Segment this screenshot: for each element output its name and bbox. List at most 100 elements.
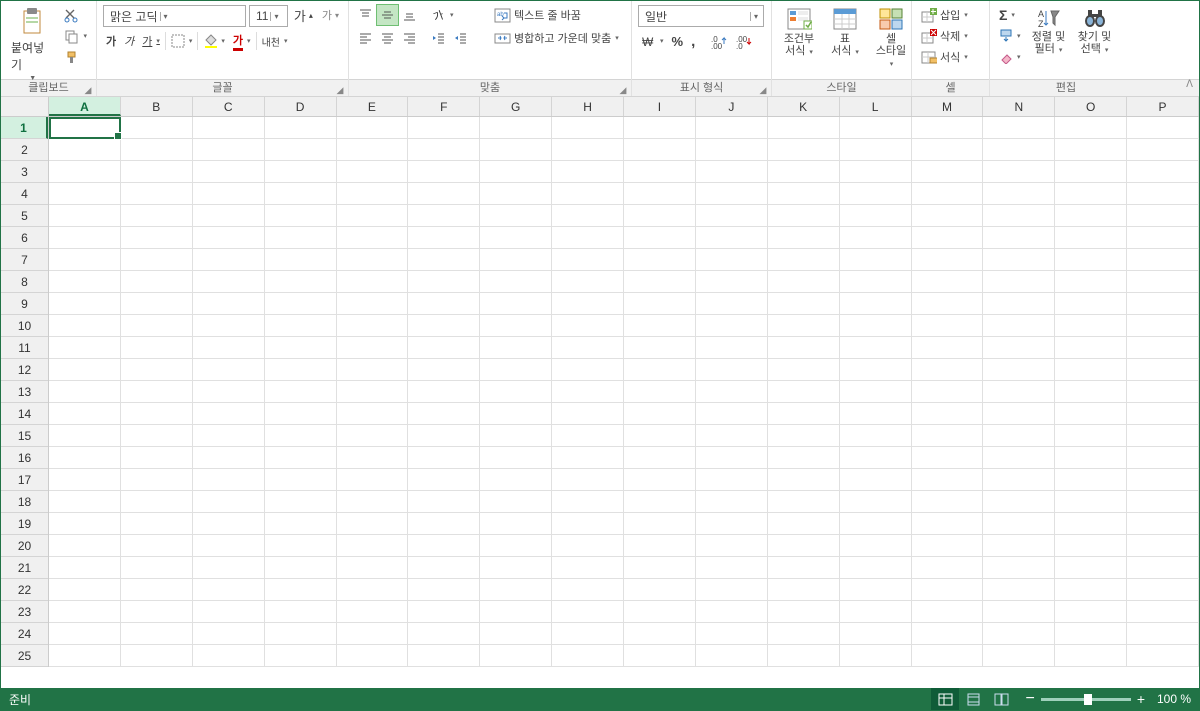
cell[interactable] xyxy=(912,315,984,337)
cell[interactable] xyxy=(696,425,768,447)
cell[interactable] xyxy=(552,271,624,293)
cell[interactable] xyxy=(480,381,552,403)
cell[interactable] xyxy=(768,535,840,557)
cell[interactable] xyxy=(480,403,552,425)
cell[interactable] xyxy=(121,315,193,337)
cell[interactable] xyxy=(912,557,984,579)
percent-button[interactable]: % xyxy=(669,31,687,51)
cell[interactable] xyxy=(408,645,480,667)
cell[interactable] xyxy=(912,359,984,381)
cell[interactable] xyxy=(408,249,480,271)
cell[interactable] xyxy=(768,183,840,205)
cell[interactable] xyxy=(983,117,1055,139)
cell[interactable] xyxy=(552,535,624,557)
cell[interactable] xyxy=(624,425,696,447)
cell[interactable] xyxy=(480,425,552,447)
cell[interactable] xyxy=(480,139,552,161)
cell[interactable] xyxy=(49,403,121,425)
cell[interactable] xyxy=(912,623,984,645)
phonetic-button[interactable]: 내천▾ xyxy=(259,31,291,51)
cell[interactable] xyxy=(983,513,1055,535)
cell[interactable] xyxy=(49,557,121,579)
cell[interactable] xyxy=(983,205,1055,227)
decrease-indent-button[interactable] xyxy=(428,28,449,48)
format-painter-button[interactable] xyxy=(61,47,90,67)
cell[interactable] xyxy=(1055,359,1127,381)
column-header[interactable]: G xyxy=(480,97,552,116)
cell[interactable] xyxy=(49,271,121,293)
cell[interactable] xyxy=(983,359,1055,381)
cell[interactable] xyxy=(265,161,337,183)
cell[interactable] xyxy=(552,491,624,513)
cell[interactable] xyxy=(840,579,912,601)
border-button[interactable]: ▾ xyxy=(168,31,196,51)
cell[interactable] xyxy=(768,403,840,425)
cell[interactable] xyxy=(265,293,337,315)
cell[interactable] xyxy=(912,139,984,161)
cell[interactable] xyxy=(840,557,912,579)
cell[interactable] xyxy=(193,359,265,381)
cell[interactable] xyxy=(1127,359,1199,381)
cell[interactable] xyxy=(265,337,337,359)
cell[interactable] xyxy=(193,293,265,315)
cell[interactable] xyxy=(337,249,409,271)
cell[interactable] xyxy=(480,469,552,491)
cell[interactable] xyxy=(840,645,912,667)
decrease-font-button[interactable]: 가▾ xyxy=(319,5,342,25)
cell[interactable] xyxy=(193,381,265,403)
cell[interactable] xyxy=(49,183,121,205)
cell[interactable] xyxy=(624,117,696,139)
cell[interactable] xyxy=(624,249,696,271)
row-header[interactable]: 9 xyxy=(1,293,48,315)
cell[interactable] xyxy=(1055,315,1127,337)
cell[interactable] xyxy=(337,623,409,645)
cell[interactable] xyxy=(768,249,840,271)
decrease-decimal-button[interactable]: .00.0 xyxy=(733,31,756,51)
column-header[interactable]: L xyxy=(840,97,912,116)
cell[interactable] xyxy=(912,535,984,557)
cell[interactable] xyxy=(624,271,696,293)
cell[interactable] xyxy=(983,293,1055,315)
row-header[interactable]: 19 xyxy=(1,513,48,535)
cell[interactable] xyxy=(912,645,984,667)
cell[interactable] xyxy=(840,337,912,359)
cell[interactable] xyxy=(840,535,912,557)
cell[interactable] xyxy=(552,623,624,645)
align-right-button[interactable] xyxy=(399,28,420,48)
cell[interactable] xyxy=(121,359,193,381)
paste-button[interactable]: 붙여넣기 ▼ xyxy=(7,5,57,84)
cell[interactable] xyxy=(696,315,768,337)
cell[interactable] xyxy=(696,403,768,425)
cell[interactable] xyxy=(696,535,768,557)
cell[interactable] xyxy=(1127,117,1199,139)
cell[interactable] xyxy=(49,447,121,469)
cell[interactable] xyxy=(696,205,768,227)
cell[interactable] xyxy=(552,403,624,425)
row-header[interactable]: 23 xyxy=(1,601,48,623)
cell[interactable] xyxy=(193,205,265,227)
cell[interactable] xyxy=(337,645,409,667)
merge-center-button[interactable]: 병합하고 가운데 맞춤▾ xyxy=(491,28,641,48)
cell[interactable] xyxy=(840,491,912,513)
column-header[interactable]: A xyxy=(49,97,121,116)
cell[interactable] xyxy=(624,359,696,381)
increase-font-button[interactable]: 가▴ xyxy=(291,5,316,25)
cell[interactable] xyxy=(983,139,1055,161)
cell[interactable] xyxy=(337,403,409,425)
cell[interactable] xyxy=(1127,293,1199,315)
cell[interactable] xyxy=(1055,623,1127,645)
page-break-view-button[interactable] xyxy=(987,688,1015,710)
cell[interactable] xyxy=(49,579,121,601)
cell[interactable] xyxy=(983,491,1055,513)
cell[interactable] xyxy=(193,315,265,337)
cell[interactable] xyxy=(49,513,121,535)
cell[interactable] xyxy=(840,359,912,381)
cell[interactable] xyxy=(49,535,121,557)
cell[interactable] xyxy=(337,161,409,183)
cell[interactable] xyxy=(696,447,768,469)
cell[interactable] xyxy=(337,557,409,579)
cell[interactable] xyxy=(768,557,840,579)
row-header[interactable]: 6 xyxy=(1,227,48,249)
cell[interactable] xyxy=(121,183,193,205)
cell[interactable] xyxy=(193,447,265,469)
